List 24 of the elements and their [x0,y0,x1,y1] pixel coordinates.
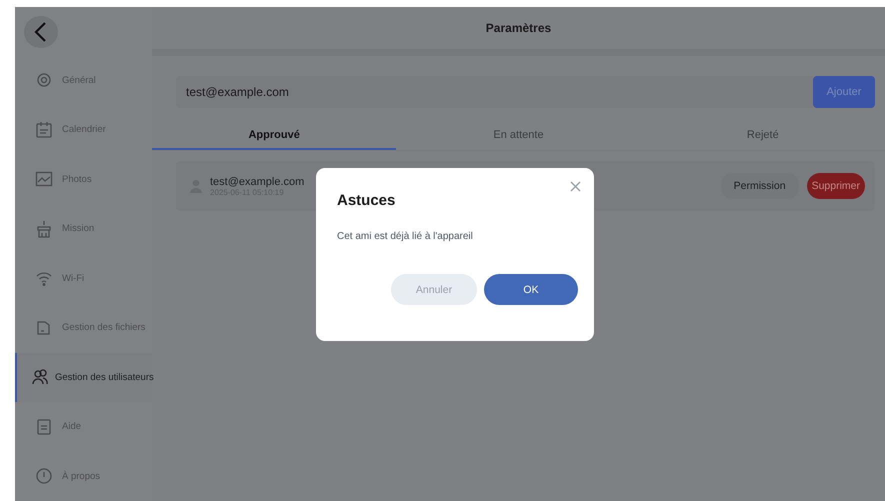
dialog-title: Astuces [337,192,396,209]
dialog-message: Cet ami est déjà lié à l'appareil [337,231,474,242]
tab[interactable]: Rejeté [640,122,885,150]
back-icon [33,20,49,43]
page-title: Paramètres [486,21,552,35]
tab[interactable]: En attente [396,122,641,150]
sidebar-item[interactable]: Gestion des utilisateurs [15,352,152,402]
user-email: test@example.com [210,176,304,188]
picture-icon [35,170,53,188]
calendar-icon [35,120,53,139]
close-icon[interactable] [570,181,581,192]
gear-icon [35,71,53,90]
cancel-button[interactable]: Annuler [391,274,477,305]
email-field[interactable]: test@example.com [176,76,813,108]
delete-button[interactable]: Supprimer [806,173,865,199]
users-icon [31,368,49,386]
ok-button[interactable]: OK [484,274,578,305]
document-icon [35,418,53,436]
permission-button[interactable]: Permission [720,173,799,199]
info-icon [35,467,53,486]
add-button[interactable]: Ajouter [813,76,875,108]
back-button[interactable] [24,16,58,48]
tab[interactable]: Approuvé [152,122,396,150]
basket-icon [35,220,53,238]
